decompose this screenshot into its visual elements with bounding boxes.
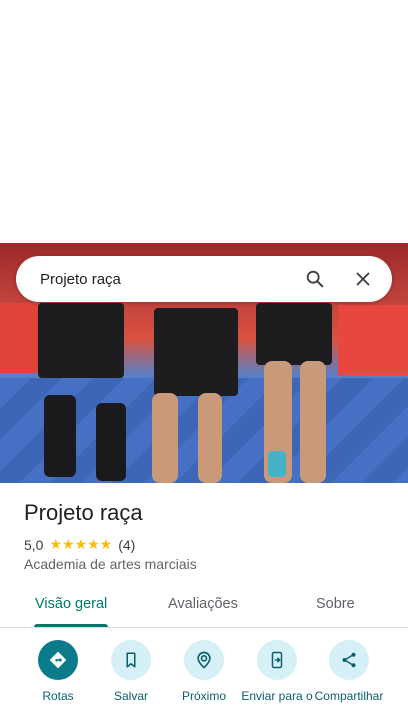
search-input[interactable]: Projeto raça xyxy=(40,271,392,288)
map-blank-area xyxy=(0,0,408,243)
tab-about[interactable]: Sobre xyxy=(316,596,355,612)
photo-leg-2 xyxy=(198,393,222,483)
share-button[interactable]: Compartilhar xyxy=(309,640,389,703)
tab-active-indicator xyxy=(34,624,108,627)
photo-shinguard-1 xyxy=(44,395,76,477)
share-label: Compartilhar xyxy=(314,689,384,703)
rating-row[interactable]: 5,0 ★★★★★ (4) xyxy=(24,536,135,553)
rating-stars-icon: ★★★★★ xyxy=(49,536,113,552)
photo-wall-right xyxy=(338,305,408,375)
photo-shinguard-2 xyxy=(96,403,126,481)
tab-reviews[interactable]: Avaliações xyxy=(168,596,238,612)
save-button[interactable]: Salvar xyxy=(91,640,171,703)
search-icon[interactable] xyxy=(304,268,326,290)
nearby-icon xyxy=(184,640,224,680)
close-icon[interactable] xyxy=(352,268,374,290)
place-title: Projeto raça xyxy=(24,500,143,525)
share-icon xyxy=(329,640,369,680)
send-to-phone-icon xyxy=(257,640,297,680)
nearby-button[interactable]: Próximo xyxy=(164,640,244,703)
search-bar[interactable]: Projeto raça xyxy=(16,256,392,302)
directions-button[interactable]: Rotas xyxy=(18,640,98,703)
action-buttons: Rotas Salvar Próximo Enviar para o Compa… xyxy=(0,640,408,726)
directions-label: Rotas xyxy=(42,689,74,703)
photo-wall-left xyxy=(0,303,40,373)
photo-shorts-1 xyxy=(38,303,124,378)
photo-shorts-3 xyxy=(256,303,332,365)
place-category: Academia de artes marciais xyxy=(24,556,197,572)
photo-shorts-2 xyxy=(154,308,238,396)
review-count: (4) xyxy=(118,536,136,553)
tab-bar: Visão geral Avaliações Sobre xyxy=(0,585,408,628)
photo-leg-1 xyxy=(152,393,178,483)
photo-ankle-tape xyxy=(268,451,286,477)
bookmark-icon xyxy=(111,640,151,680)
tab-overview[interactable]: Visão geral xyxy=(35,596,107,612)
directions-icon xyxy=(38,640,78,680)
save-label: Salvar xyxy=(113,689,148,703)
send-to-phone-button[interactable]: Enviar para o xyxy=(237,640,317,703)
send-to-phone-label: Enviar para o xyxy=(241,689,313,703)
nearby-label: Próximo xyxy=(181,689,226,703)
rating-value: 5,0 xyxy=(24,536,44,553)
photo-leg-4 xyxy=(300,361,326,483)
